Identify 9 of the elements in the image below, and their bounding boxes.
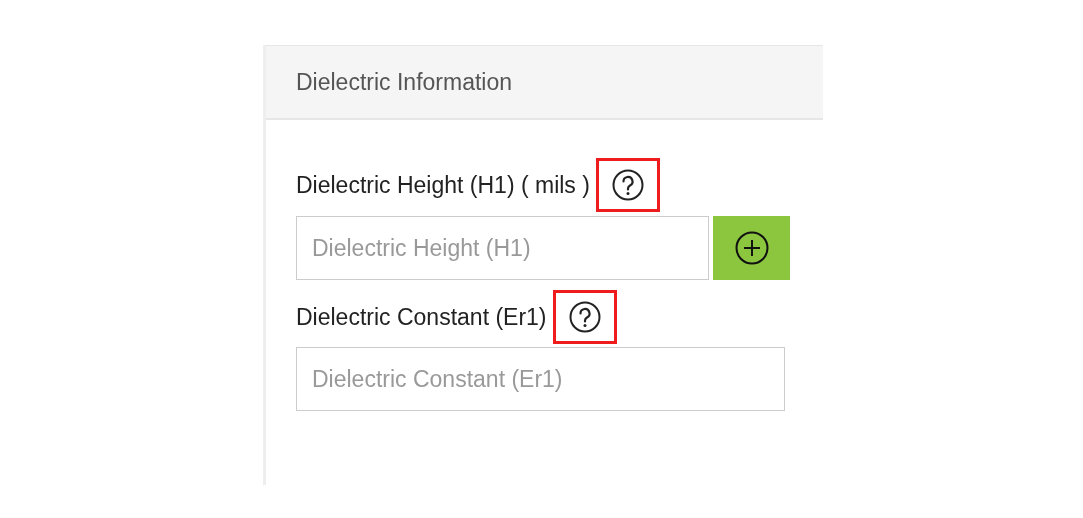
help-icon[interactable] [611, 169, 644, 201]
field-label: Dielectric Constant (Er1) [296, 302, 547, 332]
help-icon[interactable] [568, 301, 601, 333]
plus-circle-icon [734, 231, 769, 265]
add-button[interactable] [713, 216, 790, 280]
field-label: Dielectric Height (H1) ( mils ) [296, 170, 590, 200]
panel-title: Dielectric Information [296, 67, 513, 97]
input-field[interactable]: Dielectric Constant (Er1) [296, 347, 785, 411]
input-field[interactable]: Dielectric Height (H1) [296, 216, 709, 280]
